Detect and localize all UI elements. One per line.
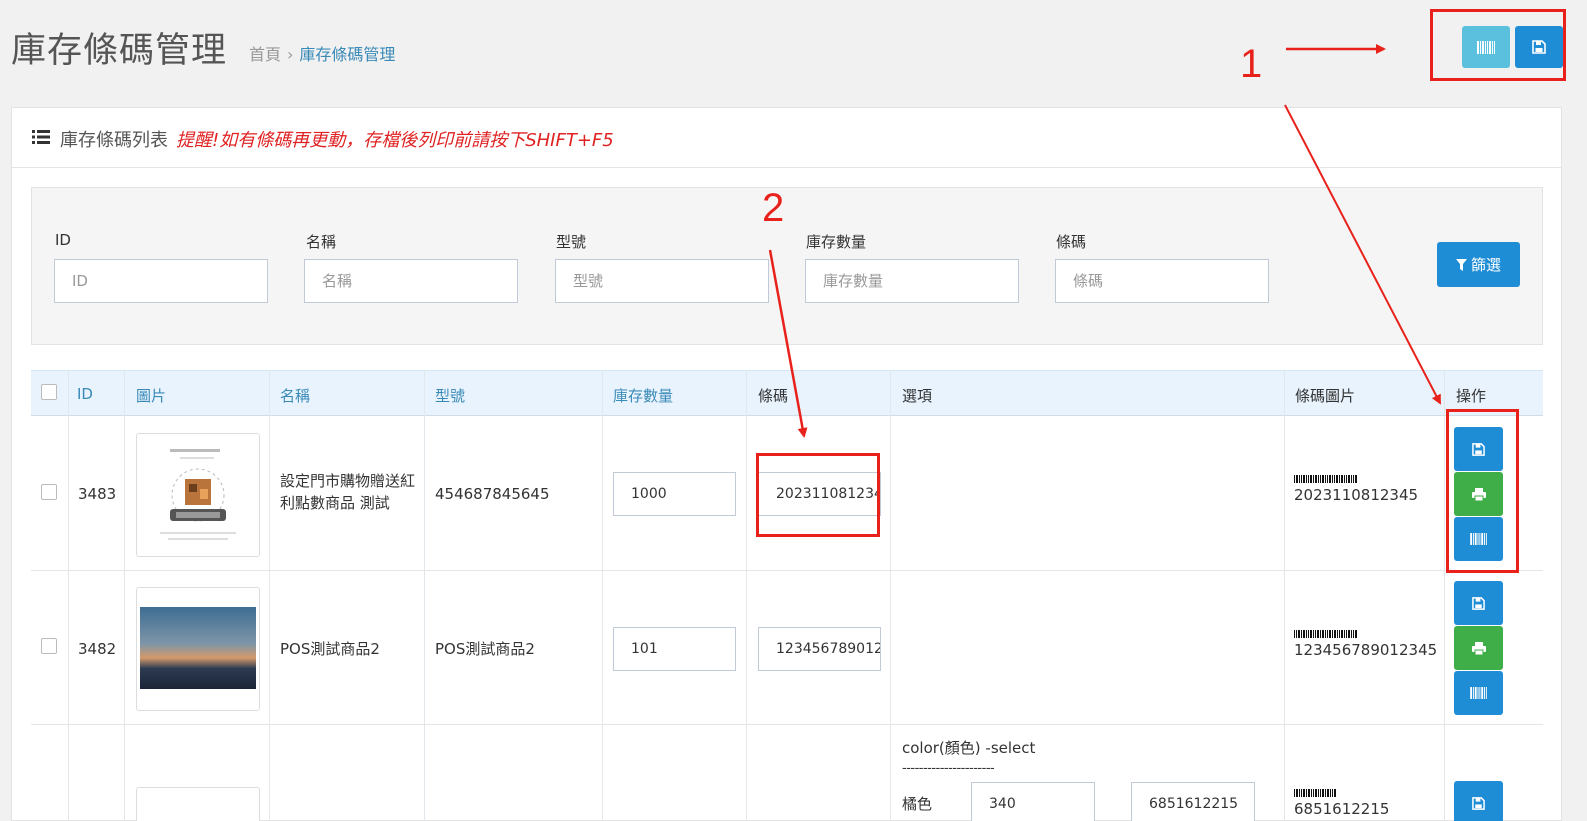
filter-label-name: 名稱: [306, 233, 337, 251]
save-row-button[interactable]: [1454, 581, 1503, 625]
filter-name-input[interactable]: [304, 259, 518, 303]
row-model: POS測試商品2: [435, 640, 535, 658]
filter-id-input[interactable]: [54, 259, 268, 303]
table-header: ID 圖片 名稱 型號 庫存數量 條碼 選項 條碼圖片 操作: [31, 370, 1543, 416]
row-checkbox[interactable]: [41, 484, 57, 500]
option-barcode-input[interactable]: 6851612215: [1131, 782, 1255, 821]
option-label: 橘色: [902, 795, 933, 813]
col-image[interactable]: 圖片: [136, 385, 166, 406]
table-row: 3482 POS測試商品2 POS測試商品2 101 12345678901 1…: [31, 571, 1543, 725]
page-header: 庫存條碼管理 首頁 › 庫存條碼管理: [0, 0, 1587, 90]
save-icon: [1472, 596, 1485, 610]
barcode-image: [1294, 789, 1336, 797]
breadcrumb-separator: ›: [287, 45, 294, 64]
print-row-button[interactable]: [1454, 626, 1503, 670]
annotation-box-top-buttons: [1430, 9, 1566, 81]
row-name: POS測試商品2: [280, 640, 380, 658]
select-all-checkbox[interactable]: [41, 384, 57, 400]
col-actions: 操作: [1456, 387, 1487, 405]
portlet-title: 庫存條碼列表 提醒!如有條碼再更動，存檔後列印前請按下SHIFT+F5: [12, 108, 1561, 168]
filter-button[interactable]: 篩選: [1437, 242, 1520, 287]
print-icon: [1471, 641, 1486, 655]
product-flyer-image: [140, 437, 256, 553]
shift-f5-warning: 提醒!如有條碼再更動，存檔後列印前請按下SHIFT+F5: [176, 130, 614, 151]
option-divider: ----------------------: [902, 761, 995, 776]
filter-panel: ID 名稱 型號 庫存數量 條碼 篩選: [31, 187, 1543, 345]
barcode-text: 2023110812345: [1294, 486, 1419, 504]
barcode-image: [1294, 630, 1357, 638]
barcode-table: ID 圖片 名稱 型號 庫存數量 條碼 選項 條碼圖片 操作 3483 設定門市…: [31, 370, 1543, 821]
filter-barcode-input[interactable]: [1055, 259, 1269, 303]
col-id[interactable]: ID: [77, 385, 93, 403]
barcode-icon: [1470, 687, 1487, 699]
filter-model-input[interactable]: [555, 259, 769, 303]
portlet-caption: 庫存條碼列表: [60, 130, 168, 151]
barcode-row-button[interactable]: [1454, 671, 1503, 715]
annotation-number-2: 2: [762, 186, 785, 230]
col-barcode: 條碼: [758, 387, 789, 405]
row-model: 454687845645: [435, 485, 550, 503]
filter-label-stock: 庫存數量: [806, 233, 867, 251]
col-options: 選項: [902, 387, 933, 405]
stock-input[interactable]: 1000: [613, 472, 736, 516]
page-title: 庫存條碼管理: [11, 31, 228, 71]
barcode-input[interactable]: 123456789012345: [758, 627, 881, 671]
product-image[interactable]: [136, 587, 260, 711]
col-barcode-image: 條碼圖片: [1295, 387, 1356, 405]
product-image[interactable]: [136, 433, 260, 557]
row-name: 設定門市購物贈送紅利點數商品 測試: [280, 472, 416, 512]
col-model[interactable]: 型號: [435, 385, 465, 406]
breadcrumb-home[interactable]: 首頁: [249, 45, 281, 64]
col-stock[interactable]: 庫存數量: [613, 385, 673, 406]
annotation-number-1: 1: [1240, 42, 1263, 86]
barcode-text: 123456789012345: [1294, 641, 1438, 659]
filter-label-barcode: 條碼: [1056, 233, 1087, 251]
row-id: 3482: [78, 640, 117, 658]
list-icon: [32, 130, 50, 144]
table-row: color(顏色) -select ----------------------…: [31, 725, 1543, 821]
filter-label-id: ID: [55, 231, 71, 249]
col-name[interactable]: 名稱: [280, 385, 310, 406]
product-image[interactable]: [136, 787, 260, 821]
sunset-landscape-image: [140, 607, 256, 689]
stock-input[interactable]: 101: [613, 627, 736, 671]
annotation-box-row-actions: [1446, 409, 1519, 573]
annotation-box-barcode-input: [756, 453, 880, 537]
filter-stock-input[interactable]: [805, 259, 1019, 303]
filter-icon: [1455, 258, 1467, 271]
row-id: 3483: [78, 485, 117, 503]
option-title: color(顏色) -select: [902, 739, 1036, 757]
barcode-text: 6851612215: [1294, 800, 1390, 818]
row-checkbox[interactable]: [41, 638, 57, 654]
breadcrumb-current[interactable]: 庫存條碼管理: [299, 45, 395, 64]
filter-button-label: 篩選: [1470, 256, 1501, 274]
barcode-image: [1294, 475, 1357, 483]
save-icon: [1472, 796, 1485, 810]
breadcrumb: 首頁 › 庫存條碼管理: [249, 41, 395, 65]
filter-label-model: 型號: [556, 233, 587, 251]
option-stock-input[interactable]: 340: [971, 782, 1095, 821]
save-row-button[interactable]: [1454, 781, 1503, 821]
